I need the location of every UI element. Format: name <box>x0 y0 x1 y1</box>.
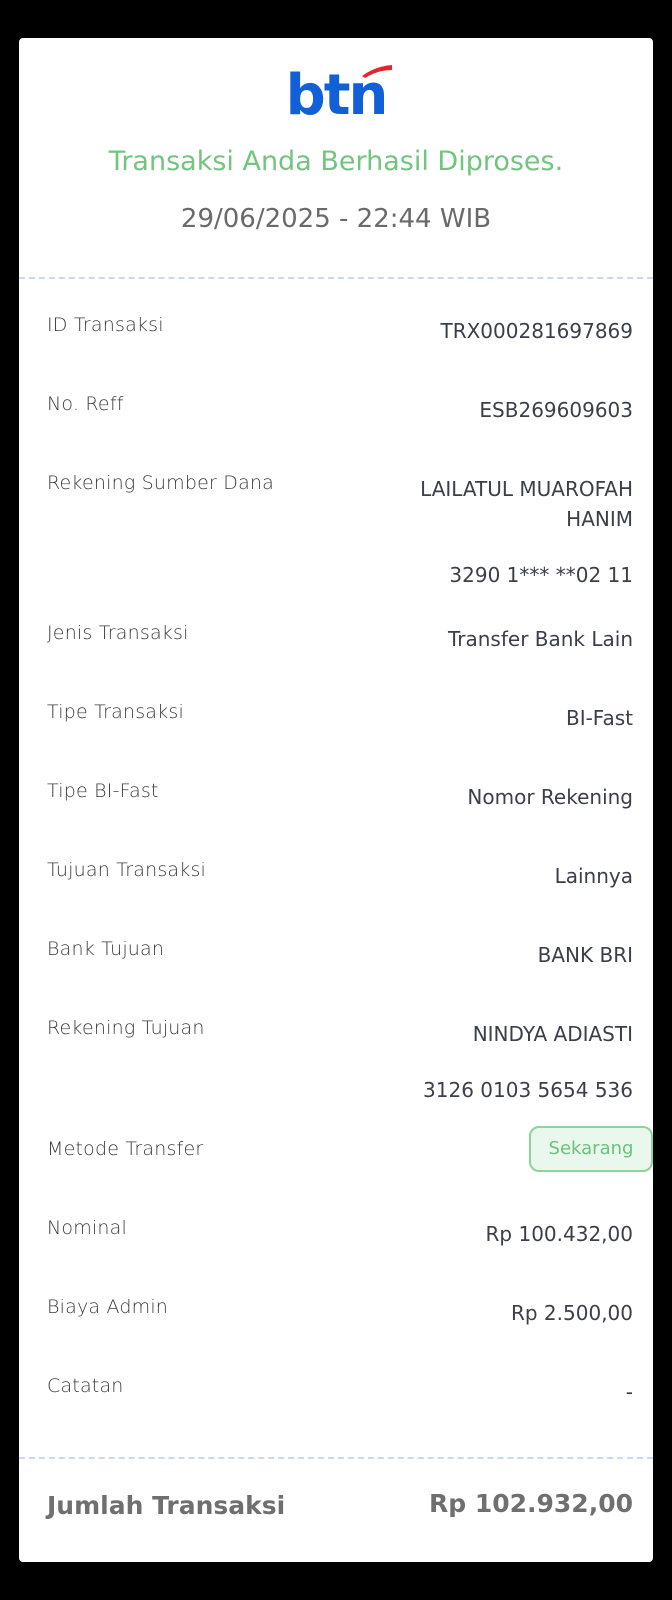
value-rekening-tujuan-number: 3126 0103 5654 536 <box>423 1078 633 1102</box>
value-id-transaksi: TRX000281697869 <box>440 319 633 343</box>
label-rekening-sumber: Rekening Sumber Dana <box>47 472 275 494</box>
logo-accent-icon <box>362 65 392 78</box>
dashed-divider <box>19 277 653 279</box>
value-rekening-sumber-name: LAILATUL MUAROFAH HANIM <box>420 477 633 531</box>
transaction-receipt: btn Transaksi Anda Berhasil Diproses. 29… <box>19 38 653 1562</box>
value-jenis-transaksi: Transfer Bank Lain <box>448 627 633 651</box>
total-value: Rp 102.932,00 <box>428 1489 633 1518</box>
value-no-reff: ESB269609603 <box>479 398 633 422</box>
label-no-reff: No. Reff <box>47 393 124 415</box>
value-nominal: Rp 100.432,00 <box>485 1222 633 1246</box>
value-bank-tujuan: BANK BRI <box>537 943 633 967</box>
value-biaya-admin: Rp 2.500,00 <box>510 1301 633 1325</box>
dashed-divider-bottom <box>19 1457 653 1459</box>
transaction-datetime: 29/06/2025 - 22:44 WIB <box>180 204 492 234</box>
value-tujuan-transaksi: Lainnya <box>554 864 633 888</box>
label-nominal: Nominal <box>47 1217 127 1239</box>
label-catatan: Catatan <box>47 1375 124 1397</box>
label-jenis-transaksi: Jenis Transaksi <box>47 622 189 644</box>
label-tipe-transaksi: Tipe Transaksi <box>47 701 184 723</box>
total-label: Jumlah Transaksi <box>47 1491 286 1520</box>
value-tipe-transaksi: BI-Fast <box>565 706 633 730</box>
value-tipe-bifast: Nomor Rekening <box>467 785 633 809</box>
status-badge: Sekarang <box>529 1126 653 1172</box>
success-message: Transaksi Anda Berhasil Diproses. <box>108 146 564 177</box>
value-catatan: - <box>625 1380 633 1404</box>
label-tujuan-transaksi: Tujuan Transaksi <box>47 859 207 881</box>
label-tipe-bifast: Tipe BI-Fast <box>47 780 159 802</box>
label-rekening-tujuan: Rekening Tujuan <box>47 1017 205 1039</box>
label-bank-tujuan: Bank Tujuan <box>47 938 165 960</box>
label-metode-transfer: Metode Transfer <box>47 1138 204 1160</box>
value-rekening-tujuan-name: NINDYA ADIASTI <box>472 1022 633 1046</box>
btn-logo: btn <box>19 65 653 126</box>
value-rekening-sumber-number: 3290 1*** **02 11 <box>449 563 633 587</box>
label-id-transaksi: ID Transaksi <box>47 314 164 336</box>
label-biaya-admin: Biaya Admin <box>47 1296 169 1318</box>
